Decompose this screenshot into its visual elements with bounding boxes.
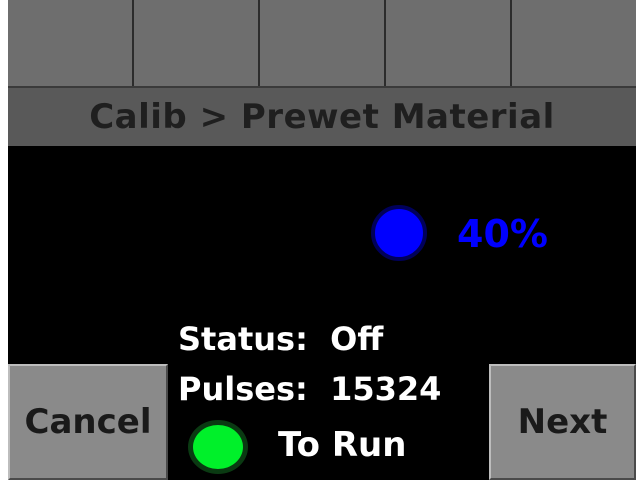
cancel-button-label: Cancel	[24, 402, 152, 442]
tab-4[interactable]	[386, 0, 512, 86]
tab-5[interactable]	[512, 0, 636, 86]
pulses-value: 15324	[330, 370, 442, 408]
tab-3[interactable]	[260, 0, 386, 86]
status-label: Status:	[178, 320, 308, 358]
pulses-row: Pulses: 15324	[178, 370, 441, 408]
page-title: Calib > Prewet Material	[89, 97, 555, 137]
status-row: Status: Off	[178, 320, 383, 358]
pulses-label: Pulses:	[178, 370, 308, 408]
tab-2[interactable]	[134, 0, 260, 86]
run-indicator-icon[interactable]	[188, 420, 248, 474]
device-screen: Calib > Prewet Material 40% Cancel Statu…	[8, 0, 636, 480]
cancel-button[interactable]: Cancel	[8, 364, 168, 480]
to-run-label: To Run	[278, 425, 407, 465]
next-button-label: Next	[517, 402, 608, 442]
tab-bar	[8, 0, 636, 86]
next-button[interactable]: Next	[489, 364, 636, 480]
rate-indicator-icon	[371, 205, 427, 261]
tab-1[interactable]	[8, 0, 134, 86]
rate-percent: 40%	[457, 212, 548, 256]
status-value: Off	[330, 320, 384, 358]
page-title-bar: Calib > Prewet Material	[8, 86, 636, 146]
